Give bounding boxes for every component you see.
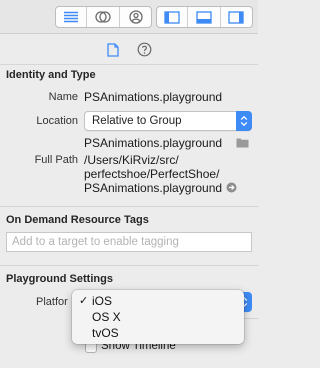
- file-name-value: PSAnimations.playground: [84, 136, 223, 150]
- quick-help-tab[interactable]: [137, 42, 152, 60]
- help-icon: [137, 42, 152, 60]
- left-panel-icon: [164, 10, 180, 24]
- platform-option-osx[interactable]: OS X: [72, 309, 244, 325]
- toggle-debug-area-button[interactable]: [188, 7, 221, 27]
- platform-option-ios[interactable]: ✓ iOS: [72, 293, 244, 309]
- panel-toggle-segmented-control: [156, 6, 253, 28]
- identity-section-title: Identity and Type: [6, 69, 96, 81]
- location-popup[interactable]: Relative to Group: [84, 111, 252, 131]
- history-icon: [95, 10, 111, 24]
- full-path-label: Full Path: [34, 154, 78, 166]
- toolbar: [0, 0, 258, 34]
- document-icon: [107, 43, 119, 60]
- section-divider: [0, 265, 258, 266]
- inspector-tab-bar: [0, 35, 258, 65]
- version-editor-button[interactable]: [120, 7, 151, 27]
- platform-menu: ✓ iOS OS X tvOS: [72, 290, 244, 344]
- menu-item-label: OS X: [92, 310, 121, 324]
- checkmark-icon: ✓: [79, 295, 89, 307]
- on-demand-section-title: On Demand Resource Tags: [6, 214, 149, 226]
- popup-stepper-icon: [236, 111, 252, 131]
- reveal-path-button[interactable]: [226, 182, 237, 196]
- platform-option-tvos[interactable]: tvOS: [72, 325, 244, 341]
- toggle-utilities-button[interactable]: [221, 7, 252, 27]
- menu-item-label: iOS: [92, 294, 113, 308]
- reveal-in-finder-button[interactable]: [236, 137, 249, 151]
- playground-section-title: Playground Settings: [6, 273, 113, 285]
- standard-editor-button[interactable]: [56, 7, 87, 27]
- tags-input[interactable]: [7, 233, 251, 251]
- section-divider: [0, 206, 258, 207]
- person-icon: [128, 10, 143, 24]
- full-path-line-1: /Users/KiRviz/src/: [84, 153, 179, 167]
- arrow-circle-right-icon: [226, 182, 237, 196]
- location-label: Location: [36, 115, 78, 127]
- name-label: Name: [48, 91, 78, 103]
- full-path-line-2: perfectshoe/PerfectShoe/: [84, 167, 220, 181]
- menu-item-label: tvOS: [92, 326, 119, 340]
- location-popup-value: Relative to Group: [92, 115, 182, 127]
- assistant-editor-button[interactable]: [87, 7, 120, 27]
- name-value: PSAnimations.playground: [84, 90, 223, 104]
- full-path-line-3: PSAnimations.playground: [84, 181, 223, 195]
- file-inspector-tab[interactable]: [107, 43, 119, 60]
- bottom-panel-icon: [196, 10, 212, 24]
- folder-icon: [236, 138, 249, 151]
- platform-label: Platfor: [36, 296, 68, 308]
- toggle-navigator-button[interactable]: [157, 7, 189, 27]
- right-panel-icon: [228, 10, 244, 24]
- justify-text-icon: [63, 11, 79, 23]
- editor-mode-segmented-control: [55, 6, 152, 28]
- tags-field[interactable]: [6, 232, 252, 252]
